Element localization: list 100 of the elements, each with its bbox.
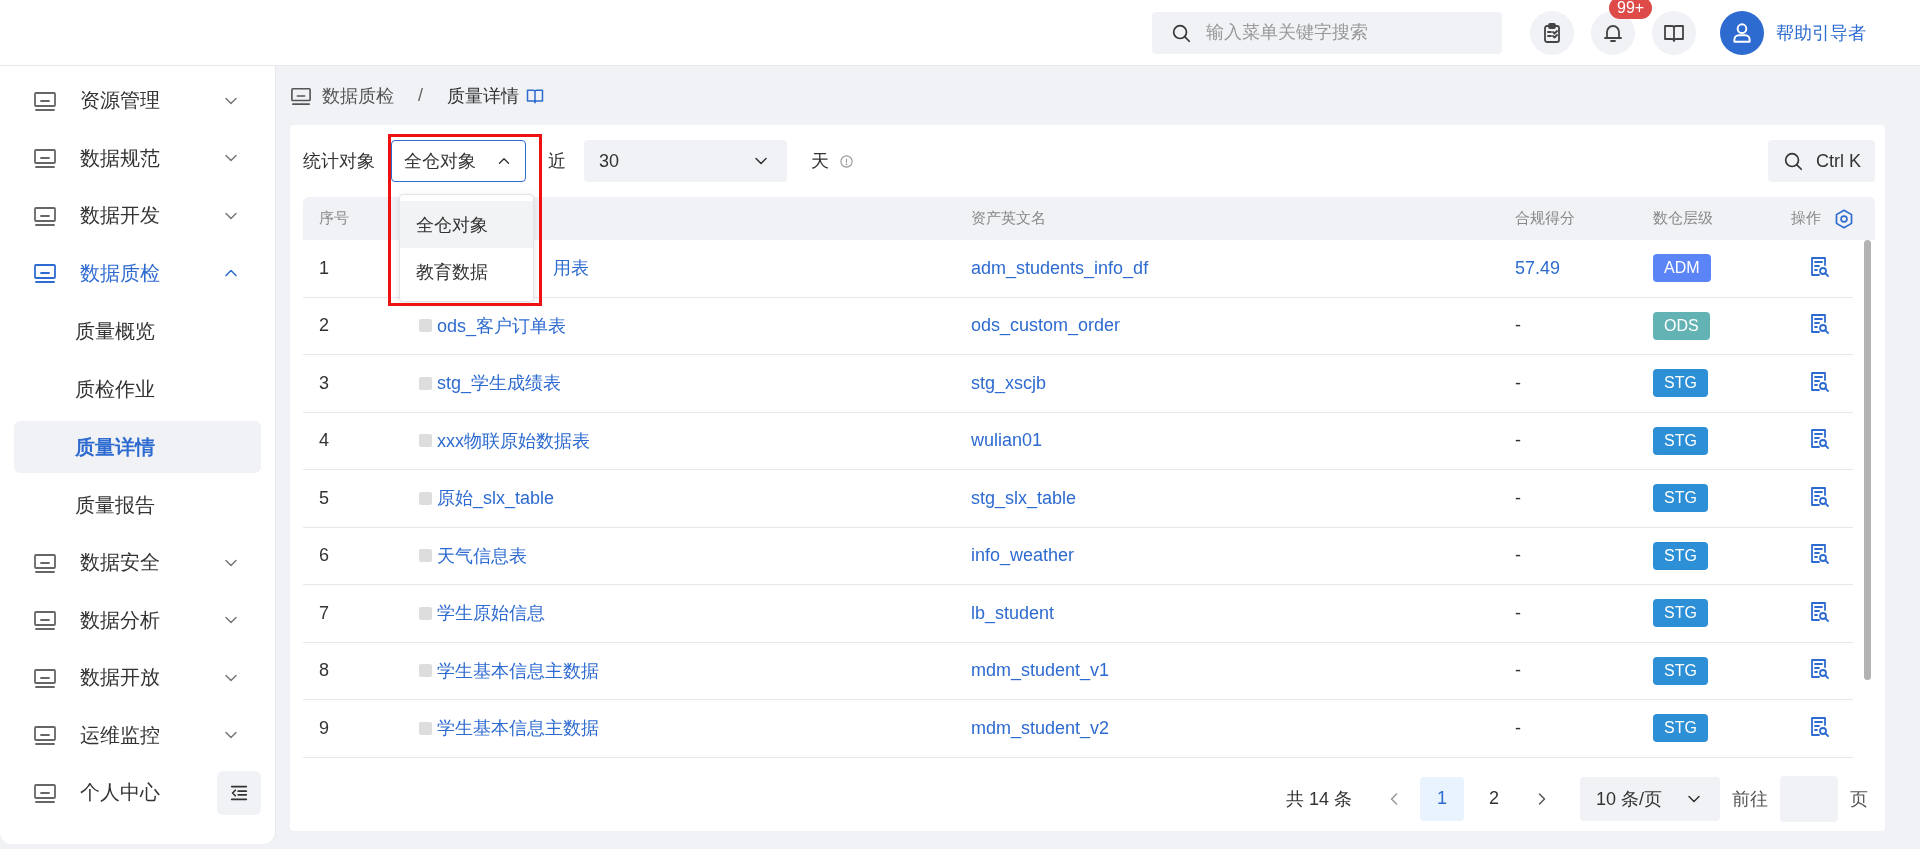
asset-name-link[interactable]: 学生基本信息主数据 <box>437 716 599 741</box>
monitor-icon <box>32 204 58 227</box>
sidebar-item[interactable]: 运维监控 <box>14 706 261 764</box>
monitor-icon <box>32 147 58 170</box>
layer-tag: STG <box>1653 656 1708 685</box>
column-header: 合规得分 <box>1514 209 1576 228</box>
asset-name-link[interactable]: 学生基本信息主数据 <box>437 658 599 683</box>
english-name-link[interactable]: info_weather <box>955 545 1499 567</box>
english-name-link[interactable]: stg_slx_table <box>955 487 1499 509</box>
days-select[interactable]: 30 <box>584 140 787 182</box>
table-icon <box>419 606 432 620</box>
asset-name-link[interactable]: xxx物联原始数据表 <box>437 428 590 453</box>
monitor-icon <box>32 262 58 285</box>
table-cell-text: - <box>1514 315 1522 337</box>
collapse-button[interactable] <box>217 770 261 815</box>
sidebar-item[interactable]: 数据分析 <box>14 591 261 649</box>
sidebar-item[interactable]: 数据质检 <box>14 244 261 302</box>
table-cell-text: 3 <box>318 372 330 394</box>
table-cell-text: 5 <box>318 487 330 509</box>
english-name-link[interactable]: mdm_student_v1 <box>955 660 1499 682</box>
table-icon <box>419 319 432 333</box>
sidebar-subitem[interactable]: 质量概览 <box>14 305 261 357</box>
monitor-icon <box>32 666 58 689</box>
object-select[interactable]: 全仓对象 <box>391 140 526 182</box>
avatar[interactable] <box>1720 10 1764 55</box>
days-suffix: 天 <box>811 150 829 173</box>
table-cell-text: 9 <box>318 717 330 739</box>
search-shortcut-button[interactable]: Ctrl K <box>1768 140 1875 182</box>
sidebar-item[interactable]: 数据规范 <box>14 129 261 187</box>
table-icon <box>419 491 432 505</box>
table-cell-text: - <box>1514 487 1522 509</box>
column-header: 序号 <box>318 209 350 228</box>
asset-name-link[interactable]: 学生原始信息 <box>437 601 545 626</box>
column-header: 数仓层级 <box>1652 209 1714 228</box>
column-header: 操作 <box>1791 209 1821 228</box>
goto-suffix: 页 <box>1850 787 1868 811</box>
settings-icon[interactable] <box>1833 207 1855 230</box>
page-button[interactable]: 1 <box>1419 776 1464 821</box>
clipboard-button[interactable] <box>1530 10 1574 55</box>
sidebar-item[interactable]: 数据安全 <box>14 534 261 592</box>
table-icon <box>419 376 432 390</box>
days-prefix: 近 <box>548 150 566 173</box>
total-count: 共 14 条 <box>1285 787 1352 811</box>
page-button[interactable]: 2 <box>1471 776 1516 821</box>
monitor-icon <box>290 85 312 106</box>
breadcrumb-item: 质量详情 <box>447 84 519 108</box>
table-cell-text: - <box>1514 717 1522 739</box>
info-icon <box>839 153 854 169</box>
sidebar-subitem[interactable]: 质检作业 <box>14 363 261 415</box>
page-size-select[interactable]: 10 条/页 <box>1579 776 1720 821</box>
asset-name-link[interactable]: ods_客户订单表 <box>437 313 567 338</box>
sidebar-subitem[interactable]: 质量详情 <box>14 421 261 473</box>
english-name-link[interactable]: lb_student <box>955 602 1499 624</box>
table-cell-text: - <box>1514 660 1522 682</box>
dropdown-option[interactable]: 教育数据 <box>400 248 533 295</box>
sidebar-subitem[interactable]: 质量报告 <box>14 479 261 531</box>
layer-tag: ODS <box>1653 311 1710 340</box>
notification-badge: 99+ <box>1609 0 1653 19</box>
table-icon <box>419 549 432 563</box>
layer-tag: STG <box>1653 599 1708 628</box>
table-icon <box>419 434 432 448</box>
table-cell-text: 2 <box>318 315 330 337</box>
asset-name-link[interactable]: 原始_slx_table <box>437 486 555 511</box>
layer-tag: STG <box>1653 541 1708 570</box>
sidebar-item[interactable]: 数据开放 <box>14 649 261 707</box>
monitor-icon <box>32 609 58 632</box>
layer-tag: STG <box>1653 369 1708 398</box>
book-button[interactable] <box>1652 10 1696 55</box>
search-field[interactable]: 输入菜单关键字搜索 <box>1152 11 1502 54</box>
monitor-icon <box>32 724 58 747</box>
asset-name-link[interactable]: stg_学生成绩表 <box>437 371 562 396</box>
table-cell-text: 8 <box>318 660 330 682</box>
asset-name-link[interactable]: 天气信息表 <box>437 543 527 568</box>
layer-tag: ADM <box>1653 254 1711 283</box>
table-cell-text: 4 <box>318 430 330 452</box>
table-cell-text: - <box>1514 372 1522 394</box>
user-name[interactable]: 帮助引导者 <box>1776 20 1866 45</box>
breadcrumb-item[interactable]: 数据质检 <box>322 83 394 108</box>
english-name-link[interactable]: adm_students_info_df <box>955 257 1499 279</box>
english-name-link[interactable]: ods_custom_order <box>955 315 1499 337</box>
monitor-icon <box>32 551 58 574</box>
english-name-link[interactable]: mdm_student_v2 <box>955 717 1499 739</box>
table-cell-text: 6 <box>318 545 330 567</box>
english-name-link[interactable]: wulian01 <box>955 430 1499 452</box>
sidebar-item[interactable]: 数据开发 <box>14 187 261 245</box>
english-name-link[interactable]: stg_xscjb <box>955 372 1499 394</box>
column-header: 资产英文名 <box>970 209 1047 228</box>
goto-label: 前往 <box>1732 787 1768 811</box>
monitor-icon <box>32 781 58 804</box>
table-cell-text: - <box>1514 545 1522 567</box>
sidebar-item[interactable]: 资源管理 <box>14 72 261 130</box>
scrollbar[interactable] <box>1864 240 1871 680</box>
dropdown-option[interactable]: 全仓对象 <box>400 201 533 248</box>
sidebar-item[interactable]: 个人中心 <box>14 764 213 822</box>
score-link[interactable]: 57.49 <box>1499 257 1637 279</box>
table-icon <box>419 721 432 735</box>
table-cell-text: 1 <box>318 257 330 279</box>
asset-name-link[interactable]: 用表 <box>553 256 589 281</box>
layer-tag: STG <box>1653 714 1708 743</box>
monitor-icon <box>32 89 58 112</box>
